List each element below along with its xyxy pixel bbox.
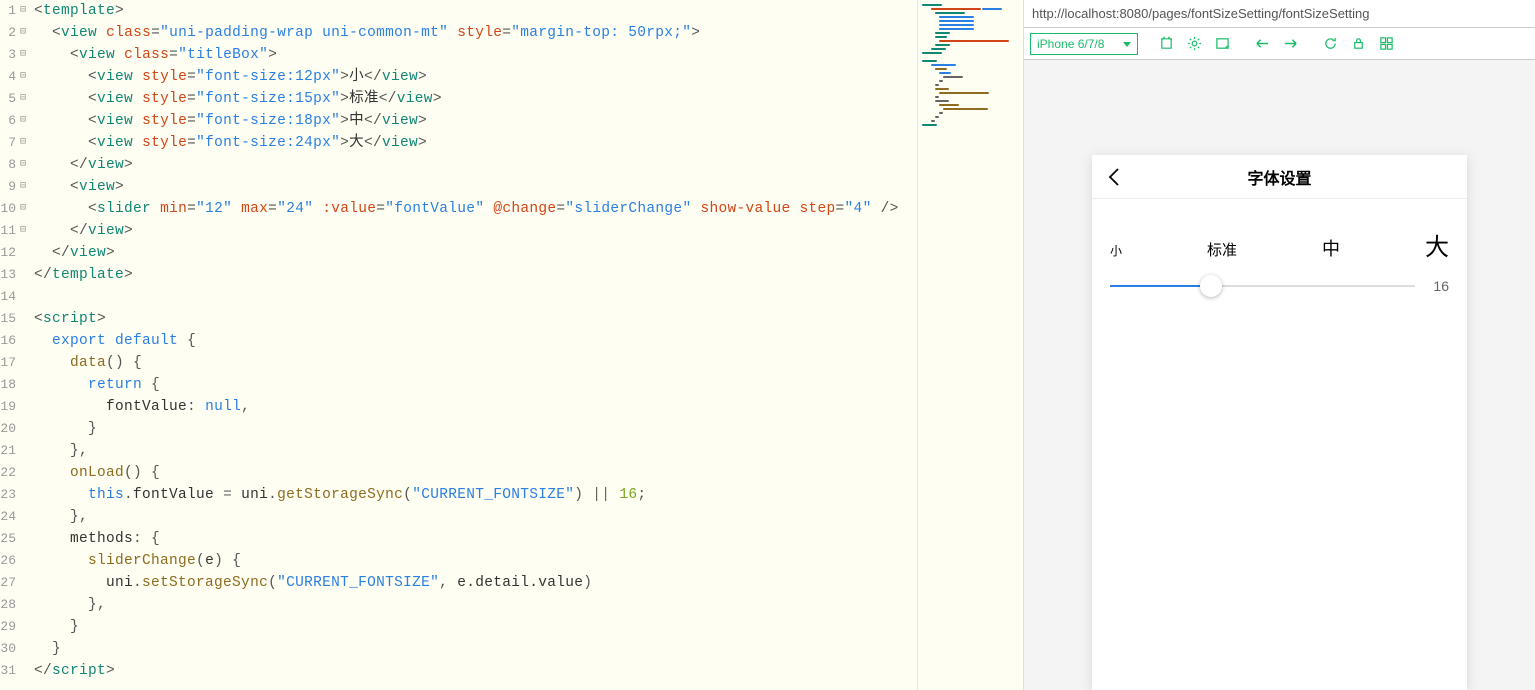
preview-pane: http://localhost:8080/pages/fontSizeSett… bbox=[1023, 0, 1535, 690]
forward-icon[interactable] bbox=[1278, 32, 1302, 56]
open-external-icon[interactable] bbox=[1154, 32, 1178, 56]
label-medium: 中 bbox=[1322, 235, 1340, 261]
font-size-slider-row: 16 bbox=[1092, 270, 1467, 302]
label-standard: 标准 bbox=[1207, 239, 1237, 260]
app-navbar: 字体设置 bbox=[1092, 155, 1467, 199]
qrcode-icon[interactable] bbox=[1374, 32, 1398, 56]
phone-frame: 字体设置 小 标准 中 大 16 bbox=[1092, 155, 1467, 690]
settings-icon[interactable] bbox=[1182, 32, 1206, 56]
back-icon[interactable] bbox=[1250, 32, 1274, 56]
line-number-gutter: 1234567891011121314151617181920212223242… bbox=[0, 0, 20, 690]
device-selector[interactable]: iPhone 6/7/8 bbox=[1030, 33, 1138, 55]
slider-track[interactable] bbox=[1110, 285, 1415, 287]
url-bar[interactable]: http://localhost:8080/pages/fontSizeSett… bbox=[1024, 0, 1535, 28]
slider-thumb[interactable] bbox=[1200, 275, 1222, 297]
slider-value: 16 bbox=[1425, 278, 1449, 294]
fold-gutter[interactable]: ⊟⊟⊟ ⊟ ⊟⊟⊟⊟ ⊟ ⊟⊟ bbox=[20, 0, 34, 690]
refresh-icon[interactable] bbox=[1318, 32, 1342, 56]
chevron-left-icon bbox=[1108, 167, 1120, 187]
back-button[interactable] bbox=[1092, 155, 1136, 199]
label-large: 大 bbox=[1425, 227, 1449, 262]
label-small: 小 bbox=[1110, 242, 1122, 259]
preview-toolbar: iPhone 6/7/8 bbox=[1024, 28, 1535, 60]
minimap[interactable] bbox=[917, 0, 1023, 690]
code-editor-pane: 1234567891011121314151617181920212223242… bbox=[0, 0, 917, 690]
slider-fill bbox=[1110, 285, 1211, 287]
screenshot-icon[interactable] bbox=[1210, 32, 1234, 56]
page-title: 字体设置 bbox=[1092, 165, 1467, 189]
url-text: http://localhost:8080/pages/fontSizeSett… bbox=[1032, 6, 1370, 21]
preview-viewport: 字体设置 小 标准 中 大 16 bbox=[1024, 60, 1535, 690]
lock-icon[interactable] bbox=[1346, 32, 1370, 56]
font-size-labels: 小 标准 中 大 bbox=[1092, 199, 1467, 270]
code-content[interactable]: <template> <view class="uni-padding-wrap… bbox=[34, 0, 917, 690]
